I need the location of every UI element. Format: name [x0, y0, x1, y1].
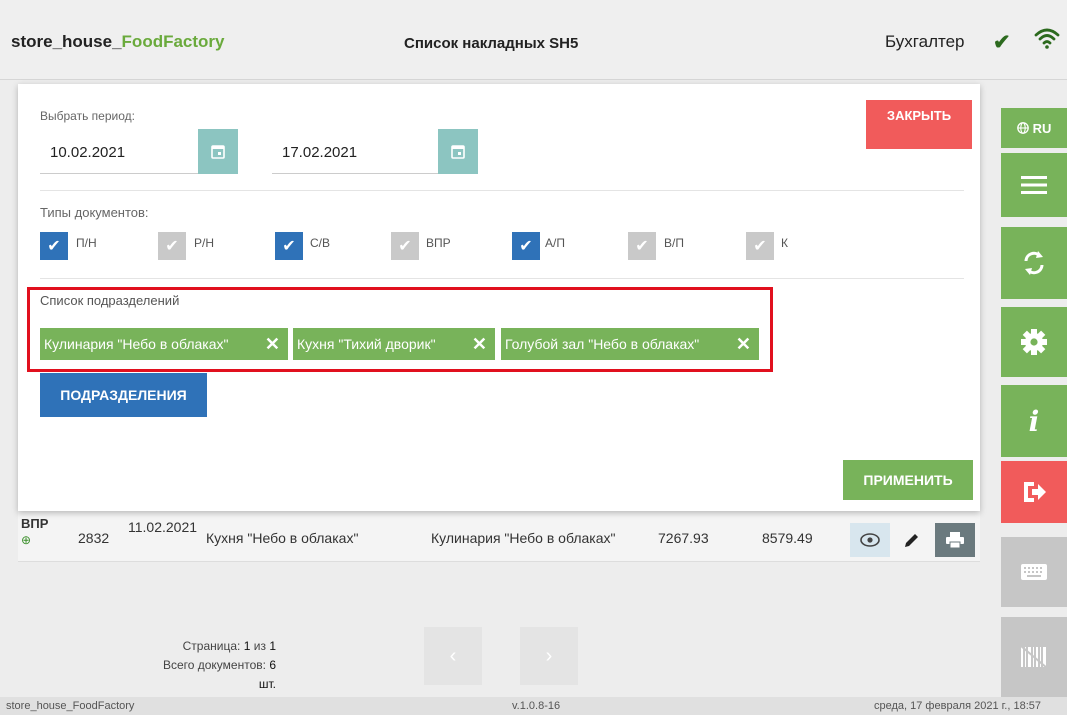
chevron-right-icon: › — [545, 644, 553, 667]
checkbox-label: С/В — [310, 236, 331, 250]
remove-chip-icon[interactable]: ✕ — [472, 328, 487, 360]
checkbox-label: П/Н — [76, 236, 97, 250]
hamburger-icon — [1021, 176, 1047, 194]
check-icon: ✔ — [282, 238, 296, 255]
row-date: 11.02.2021 — [128, 519, 198, 535]
checkbox-vpr[interactable]: ✔ — [391, 232, 419, 260]
department-chip: Кухня "Тихий дворик" ✕ — [293, 328, 495, 360]
apply-button[interactable]: ПРИМЕНИТЬ — [843, 460, 973, 500]
keyboard-button[interactable] — [1001, 537, 1067, 607]
pencil-icon — [905, 534, 918, 547]
barcode-icon — [1020, 645, 1048, 669]
print-button[interactable] — [935, 523, 975, 557]
row-from: Кухня "Небо в облаках" — [206, 530, 359, 546]
remove-chip-icon[interactable]: ✕ — [265, 328, 280, 360]
check-icon: ✔ — [635, 238, 649, 255]
next-page-button[interactable]: › — [520, 627, 578, 685]
row-to: Кулинария "Небо в облаках" — [431, 530, 616, 546]
department-chip: Кулинария "Небо в облаках" ✕ — [40, 328, 288, 360]
checkbox-rn[interactable]: ✔ — [158, 232, 186, 260]
checkbox-pn[interactable]: ✔ — [40, 232, 68, 260]
footer-app-name: store_house_FoodFactory — [6, 700, 135, 712]
page-title: Список накладных SH5 — [404, 35, 579, 52]
close-button[interactable]: ЗАКРЫТЬ — [866, 100, 972, 149]
department-chip-label: Кухня "Тихий дворик" — [297, 336, 436, 352]
row-sum-2: 8579.49 — [762, 530, 813, 546]
language-button[interactable]: RU — [1001, 108, 1067, 148]
row-type: ВПР — [21, 516, 49, 531]
calendar-icon — [211, 145, 225, 159]
row-number: 2832 — [78, 530, 110, 546]
department-chip: Голубой зал "Небо в облаках" ✕ — [501, 328, 759, 360]
globe-icon — [1016, 122, 1029, 134]
refresh-button[interactable] — [1001, 227, 1067, 299]
logout-icon — [1024, 482, 1046, 502]
checkbox-label: Р/Н — [194, 236, 215, 250]
period-label: Выбрать период: — [40, 109, 135, 123]
logout-button[interactable] — [1001, 461, 1067, 523]
checkbox-label: ВПР — [426, 236, 451, 250]
pager-info: Страница: 1 из 1 Всего документов: 6 шт. — [162, 639, 276, 691]
check-icon: ✔ — [519, 238, 533, 255]
check-icon: ✔ — [165, 238, 179, 255]
check-icon: ✔ — [993, 31, 1011, 54]
view-button[interactable] — [850, 523, 890, 557]
checkbox-label: К — [781, 236, 788, 250]
department-chip-label: Голубой зал "Небо в облаках" — [505, 336, 700, 352]
barcode-button[interactable] — [1001, 617, 1067, 697]
settings-button[interactable] — [1001, 307, 1067, 377]
edit-button[interactable] — [894, 523, 930, 557]
menu-button[interactable] — [1001, 153, 1067, 217]
footer-datetime: среда, 17 февраля 2021 г., 18:57 — [874, 700, 1042, 712]
eye-icon — [860, 533, 880, 547]
department-chip-label: Кулинария "Небо в облаках" — [44, 336, 229, 352]
footer-version: v.1.0.8-16 — [512, 700, 561, 712]
checkbox-label: В/П — [664, 236, 684, 250]
footer: store_house_FoodFactory v.1.0.8-16 среда… — [0, 697, 1067, 715]
departments-button[interactable]: ПОДРАЗДЕЛЕНИЯ — [40, 373, 207, 417]
language-label: RU — [1032, 120, 1052, 136]
check-icon: ✔ — [47, 238, 61, 255]
info-icon: i — [1028, 404, 1040, 438]
info-button[interactable]: i — [1001, 385, 1067, 457]
checkbox-k[interactable]: ✔ — [746, 232, 774, 260]
user-role: Бухгалтер — [885, 32, 965, 51]
wifi-icon — [1034, 28, 1060, 49]
checkbox-ap[interactable]: ✔ — [512, 232, 540, 260]
remove-chip-icon[interactable]: ✕ — [736, 328, 751, 360]
check-icon: ✔ — [753, 238, 767, 255]
app-header: store_house_FoodFactory Список накладных… — [0, 0, 1067, 80]
divider — [40, 278, 964, 279]
date-to-input[interactable]: 17.02.2021 — [272, 131, 438, 174]
expand-icon[interactable]: ⊕ — [21, 533, 31, 547]
departments-label: Список подразделений — [40, 293, 180, 308]
doc-types-label: Типы документов: — [40, 205, 149, 220]
date-from-calendar-button[interactable] — [198, 129, 238, 174]
checkbox-vp[interactable]: ✔ — [628, 232, 656, 260]
checkbox-sv[interactable]: ✔ — [275, 232, 303, 260]
checkbox-label: А/П — [545, 236, 565, 250]
prev-page-button[interactable]: ‹ — [424, 627, 482, 685]
check-icon: ✔ — [398, 238, 412, 255]
gear-icon — [1021, 329, 1047, 355]
calendar-icon — [451, 145, 465, 159]
row-sum-1: 7267.93 — [658, 530, 709, 546]
date-from-input[interactable]: 10.02.2021 — [40, 131, 198, 174]
date-to-calendar-button[interactable] — [438, 129, 478, 174]
printer-icon — [946, 532, 964, 549]
sync-icon — [1024, 251, 1044, 275]
filter-dialog: Выбрать период: 10.02.2021 17.02.2021 ЗА… — [18, 84, 980, 511]
keyboard-icon — [1021, 564, 1047, 580]
divider — [40, 190, 964, 191]
chevron-left-icon: ‹ — [449, 644, 457, 667]
app-title: store_house_FoodFactory — [11, 32, 225, 51]
